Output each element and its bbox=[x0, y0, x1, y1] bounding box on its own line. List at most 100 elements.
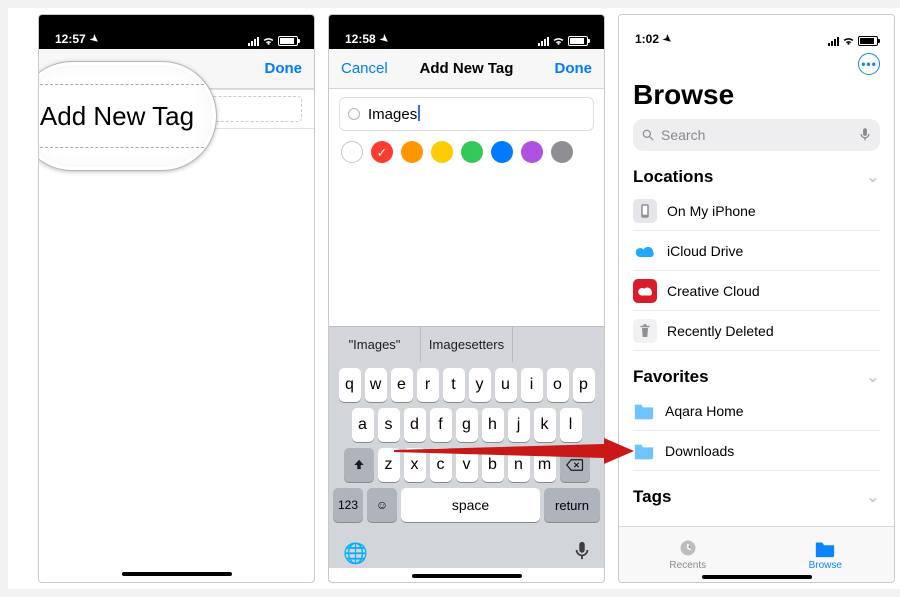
keyboard: "Images" Imagesetters q w e r t y u i o … bbox=[329, 326, 604, 582]
status-bar: 12:57 ➤ bbox=[39, 15, 314, 49]
location-creative-cloud[interactable]: Creative Cloud bbox=[633, 271, 880, 311]
color-red[interactable]: ✓ bbox=[371, 141, 393, 163]
screen-browse: 1:02 ➤ ••• Browse Search L bbox=[618, 14, 895, 583]
key-f[interactable]: f bbox=[430, 408, 452, 442]
key-123[interactable]: 123 bbox=[333, 488, 363, 522]
chevron-down-icon: ⌄ bbox=[866, 487, 880, 507]
section-label: Tags bbox=[633, 487, 671, 507]
home-indicator[interactable] bbox=[702, 575, 812, 579]
key-shift[interactable] bbox=[344, 448, 374, 482]
more-button[interactable]: ••• bbox=[858, 53, 880, 75]
tab-browse[interactable]: Browse bbox=[757, 527, 895, 582]
mic-icon[interactable] bbox=[858, 127, 872, 144]
key-n[interactable]: n bbox=[508, 448, 530, 482]
cell-signal-icon bbox=[828, 36, 839, 46]
cell-signal-icon bbox=[538, 36, 549, 46]
row-label: Aqara Home bbox=[665, 403, 744, 419]
favorite-downloads[interactable]: Downloads bbox=[633, 431, 880, 471]
key-u[interactable]: u bbox=[495, 368, 517, 402]
key-t[interactable]: t bbox=[443, 368, 465, 402]
color-blue[interactable] bbox=[491, 141, 513, 163]
color-gray[interactable] bbox=[551, 141, 573, 163]
suggestion-2[interactable]: Imagesetters bbox=[421, 327, 513, 362]
key-p[interactable]: p bbox=[573, 368, 595, 402]
key-l[interactable]: l bbox=[560, 408, 582, 442]
key-z[interactable]: z bbox=[378, 448, 400, 482]
section-tags[interactable]: Tags ⌄ bbox=[633, 487, 880, 507]
key-c[interactable]: c bbox=[430, 448, 452, 482]
tab-recents[interactable]: Recents bbox=[619, 527, 757, 582]
key-s[interactable]: s bbox=[378, 408, 400, 442]
suggestion-3[interactable] bbox=[513, 327, 604, 362]
folder-icon bbox=[814, 538, 836, 558]
folder-icon bbox=[633, 402, 655, 420]
key-e[interactable]: e bbox=[391, 368, 413, 402]
key-x[interactable]: x bbox=[404, 448, 426, 482]
screen-add-tag-typing: 12:58 ➤ Cancel Add New Tag Done Images bbox=[328, 14, 605, 583]
color-orange[interactable] bbox=[401, 141, 423, 163]
key-o[interactable]: o bbox=[547, 368, 569, 402]
key-emoji[interactable]: ☺ bbox=[367, 488, 397, 522]
nav-title: Add New Tag bbox=[393, 60, 540, 77]
creative-cloud-icon bbox=[633, 279, 657, 303]
key-j[interactable]: j bbox=[508, 408, 530, 442]
check-icon: ✓ bbox=[377, 146, 388, 159]
clock: 12:57 bbox=[55, 32, 86, 46]
search-icon bbox=[641, 128, 655, 142]
color-purple[interactable] bbox=[521, 141, 543, 163]
section-locations[interactable]: Locations ⌄ bbox=[633, 167, 880, 187]
location-icloud[interactable]: iCloud Drive bbox=[633, 231, 880, 271]
tag-name-input[interactable]: Images bbox=[339, 97, 594, 131]
color-green[interactable] bbox=[461, 141, 483, 163]
color-none[interactable] bbox=[341, 141, 363, 163]
favorite-aqara[interactable]: Aqara Home bbox=[633, 391, 880, 431]
key-y[interactable]: y bbox=[469, 368, 491, 402]
key-return[interactable]: return bbox=[544, 488, 600, 522]
nav-header: Cancel Add New Tag Done bbox=[329, 49, 604, 89]
done-button[interactable]: Done bbox=[250, 60, 302, 77]
chevron-down-icon: ⌄ bbox=[866, 367, 880, 387]
color-yellow[interactable] bbox=[431, 141, 453, 163]
key-delete[interactable] bbox=[560, 448, 590, 482]
key-g[interactable]: g bbox=[456, 408, 478, 442]
search-placeholder: Search bbox=[661, 127, 705, 143]
cell-signal-icon bbox=[248, 36, 259, 46]
location-icon: ➤ bbox=[377, 32, 390, 46]
location-recently-deleted[interactable]: Recently Deleted bbox=[633, 311, 880, 351]
key-v[interactable]: v bbox=[456, 448, 478, 482]
tab-label: Recents bbox=[669, 560, 706, 571]
section-favorites[interactable]: Favorites ⌄ bbox=[633, 367, 880, 387]
row-label: iCloud Drive bbox=[667, 243, 743, 259]
key-row-4: 123 ☺ space return bbox=[333, 488, 600, 522]
suggestion-1[interactable]: "Images" bbox=[329, 327, 421, 362]
globe-icon[interactable]: 🌐 bbox=[343, 541, 368, 566]
wifi-icon bbox=[552, 36, 565, 46]
location-on-my-iphone[interactable]: On My iPhone bbox=[633, 191, 880, 231]
battery-icon bbox=[858, 36, 878, 46]
wifi-icon bbox=[262, 36, 275, 46]
search-field[interactable]: Search bbox=[633, 119, 880, 151]
home-indicator[interactable] bbox=[412, 574, 522, 578]
key-i[interactable]: i bbox=[521, 368, 543, 402]
location-icon: ➤ bbox=[660, 32, 673, 46]
key-w[interactable]: w bbox=[365, 368, 387, 402]
key-k[interactable]: k bbox=[534, 408, 556, 442]
done-button[interactable]: Done bbox=[540, 60, 592, 77]
tab-label: Browse bbox=[809, 560, 842, 571]
key-b[interactable]: b bbox=[482, 448, 504, 482]
row-label: On My iPhone bbox=[667, 203, 756, 219]
clock: 1:02 bbox=[635, 32, 659, 46]
key-q[interactable]: q bbox=[339, 368, 361, 402]
key-d[interactable]: d bbox=[404, 408, 426, 442]
home-indicator[interactable] bbox=[122, 572, 232, 576]
key-a[interactable]: a bbox=[352, 408, 374, 442]
status-bar: 12:58 ➤ bbox=[329, 15, 604, 49]
cancel-button[interactable]: Cancel bbox=[341, 60, 393, 77]
dictation-icon[interactable] bbox=[574, 540, 590, 566]
tag-name-value: Images bbox=[368, 105, 420, 123]
screen-add-tag-empty: 12:57 ➤ Done Add New Tag bbox=[38, 14, 315, 583]
key-h[interactable]: h bbox=[482, 408, 504, 442]
key-space[interactable]: space bbox=[401, 488, 540, 522]
key-m[interactable]: m bbox=[534, 448, 556, 482]
key-r[interactable]: r bbox=[417, 368, 439, 402]
